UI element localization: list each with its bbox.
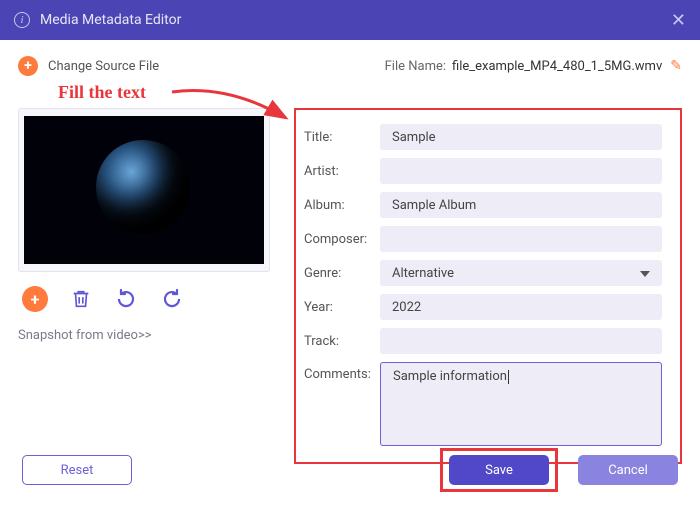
left-panel: + Snapshot from video>> [18,108,272,464]
comments-textarea[interactable]: Sample information [380,362,662,446]
save-button[interactable]: Save [449,455,549,485]
change-source-icon[interactable]: + [18,56,38,76]
video-preview[interactable] [18,108,270,272]
year-input[interactable]: 2022 [380,294,662,320]
year-label: Year: [304,300,380,315]
album-label: Album: [304,198,380,213]
title-bar: i Media Metadata Editor ✕ [0,0,700,40]
artist-input[interactable] [380,158,662,184]
composer-input[interactable] [380,226,662,252]
annotation-arrow-icon [168,82,298,132]
metadata-form: Title: Sample Artist: Album: Sample Albu… [294,108,682,464]
delete-icon[interactable] [70,288,92,310]
file-name-value: file_example_MP4_480_1_5MG.wmv [452,59,662,74]
footer: Reset Save Cancel [0,448,700,492]
rotate-right-icon[interactable] [160,287,184,311]
genre-label: Genre: [304,266,380,281]
snapshot-link[interactable]: Snapshot from video>> [18,328,152,343]
reset-button[interactable]: Reset [22,455,132,485]
change-source-label[interactable]: Change Source File [48,59,159,74]
title-input[interactable]: Sample [380,124,662,150]
preview-toolbar: + [18,286,184,312]
cancel-button[interactable]: Cancel [578,455,678,485]
album-input[interactable]: Sample Album [380,192,662,218]
file-name-label: File Name: [385,59,446,74]
header-row: + Change Source File File Name: file_exa… [18,52,682,80]
window-title: Media Metadata Editor [40,12,181,28]
artist-label: Artist: [304,164,380,179]
genre-select[interactable]: Alternative [380,260,662,286]
close-icon[interactable]: ✕ [671,10,686,31]
add-snapshot-button[interactable]: + [22,286,48,312]
save-highlight: Save [440,448,558,492]
composer-label: Composer: [304,232,380,247]
track-label: Track: [304,334,380,349]
edit-filename-icon[interactable]: ✎ [670,58,682,74]
title-label: Title: [304,130,380,145]
track-input[interactable] [380,328,662,354]
rotate-left-icon[interactable] [114,287,138,311]
comments-label: Comments: [304,362,380,382]
annotation-fill-text: Fill the text [58,82,146,103]
info-icon: i [14,12,30,28]
